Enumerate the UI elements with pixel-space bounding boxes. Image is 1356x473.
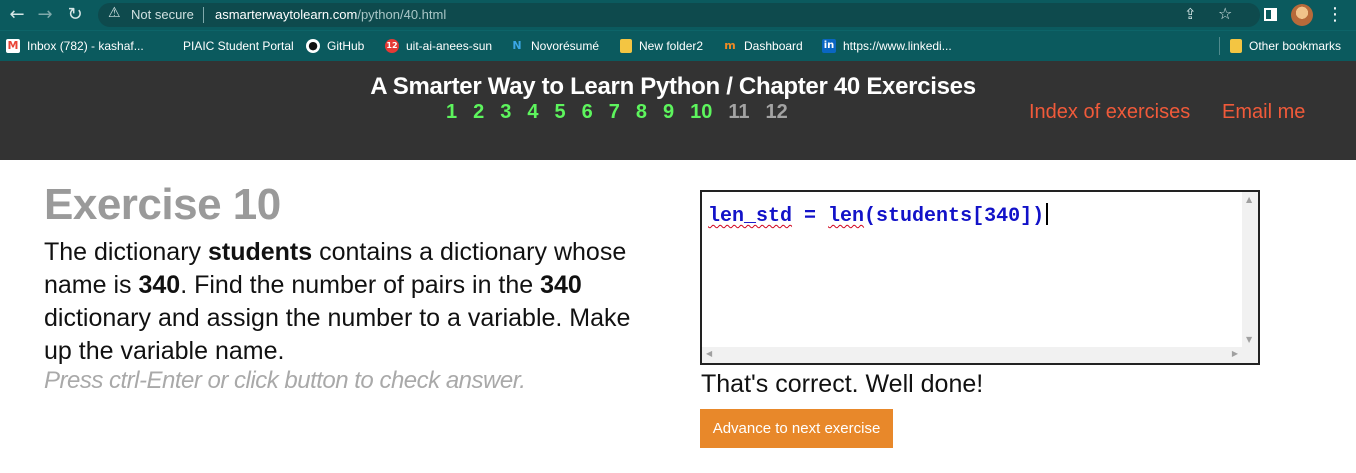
exercise-link-2[interactable]: 2 [473, 101, 484, 124]
exercise-link-10[interactable]: 10 [690, 101, 712, 124]
bookmarks-divider [1219, 37, 1220, 55]
bookmark-label: Inbox (782) - kashaf... [27, 39, 144, 53]
scroll-left-icon[interactable]: ◀ [706, 349, 712, 358]
result-message: That's correct. Well done! [701, 370, 984, 398]
exercise-title: Exercise 10 [44, 180, 281, 229]
url-text[interactable]: asmarterwaytolearn.com/python/40.html [215, 7, 446, 22]
exercise-link-7[interactable]: 7 [609, 101, 620, 124]
instruction-bold: 340 [540, 271, 582, 299]
novoresume-icon: N [512, 39, 522, 52]
scroll-up-icon[interactable]: ▲ [1246, 195, 1252, 204]
gmail-icon: M [6, 39, 20, 53]
bookmark-new-folder2[interactable]: New folder2 [620, 39, 703, 53]
code-editor[interactable]: len_std = len(students[340]) ▲ ▼ ◀ ▶ [700, 190, 1260, 365]
exercise-link-5[interactable]: 5 [555, 101, 566, 124]
advance-next-button[interactable]: Advance to next exercise [700, 409, 893, 448]
dashboard-icon: m [724, 39, 736, 52]
warning-icon[interactable]: ⚠ [108, 5, 121, 21]
code-operator: = [792, 205, 829, 228]
scroll-down-icon[interactable]: ▼ [1246, 335, 1252, 344]
bookmark-label: Other bookmarks [1249, 39, 1342, 53]
linkedin-icon: in [822, 39, 836, 53]
code-variable: len_std [708, 205, 793, 228]
exercise-link-6[interactable]: 6 [582, 101, 593, 124]
page-title: A Smarter Way to Learn Python / Chapter … [370, 73, 976, 100]
menu-kebab-icon[interactable]: ⋮ [1326, 0, 1344, 30]
bookmark-label: uit-ai-anees-sun [406, 39, 493, 53]
exercise-link-1[interactable]: 1 [446, 101, 457, 124]
email-me-link[interactable]: Email me [1222, 101, 1305, 124]
exercise-number-nav: 1 2 3 4 5 6 7 8 9 10 11 12 [446, 101, 804, 124]
exercise-link-8[interactable]: 8 [636, 101, 647, 124]
scroll-right-icon[interactable]: ▶ [1232, 349, 1238, 358]
blank-page-icon [162, 39, 176, 53]
index-of-exercises-link[interactable]: Index of exercises [1029, 101, 1190, 124]
instruction-text: dictionary and assign the number to a va… [44, 304, 631, 365]
bookmark-star-icon[interactable]: ☆ [1218, 4, 1232, 23]
instruction-bold: 340 [138, 271, 181, 299]
url-path: /python/40.html [357, 7, 447, 22]
folder-icon [620, 39, 632, 53]
badge-12-icon: 12 [385, 39, 399, 53]
bookmark-github[interactable]: ● GitHub [306, 39, 364, 53]
exercise-instructions: The dictionary students contains a dicti… [44, 236, 664, 368]
reload-icon[interactable]: ↻ [62, 0, 88, 30]
bookmark-linkedin[interactable]: in https://www.linkedi... [822, 39, 952, 53]
bookmark-label: New folder2 [639, 39, 704, 53]
browser-toolbar: ← → ↻ ⚠ Not secure asmarterwaytolearn.co… [0, 0, 1356, 30]
forward-arrow-icon[interactable]: → [32, 0, 58, 30]
text-caret [1046, 203, 1049, 225]
side-panel-icon[interactable] [1264, 8, 1277, 21]
vertical-scrollbar[interactable]: ▲ ▼ [1242, 192, 1258, 347]
bookmark-label: PIAIC Student Portal [183, 39, 294, 53]
code-arguments: (students[340]) [864, 205, 1045, 228]
code-line[interactable]: len_std = len(students[340]) [708, 203, 1049, 228]
security-label[interactable]: Not secure [131, 7, 194, 22]
bookmark-label: Dashboard [744, 39, 803, 53]
github-icon: ● [306, 39, 320, 53]
bookmark-piaic[interactable]: PIAIC Student Portal [162, 39, 294, 53]
exercise-link-12[interactable]: 12 [766, 101, 788, 124]
exercise-link-4[interactable]: 4 [527, 101, 538, 124]
code-function: len [828, 205, 865, 228]
url-host: asmarterwaytolearn.com [215, 7, 358, 22]
site-header: A Smarter Way to Learn Python / Chapter … [0, 61, 1356, 160]
profile-avatar[interactable] [1291, 4, 1313, 26]
exercise-link-9[interactable]: 9 [663, 101, 674, 124]
bookmark-inbox[interactable]: M Inbox (782) - kashaf... [6, 39, 144, 53]
instruction-text: The dictionary [44, 238, 208, 266]
share-icon[interactable]: ⇪ [1184, 5, 1197, 23]
bookmark-novoresume[interactable]: N Novorésumé [510, 39, 599, 53]
bookmark-label: https://www.linkedi... [843, 39, 952, 53]
exercise-link-11[interactable]: 11 [728, 101, 749, 124]
bookmark-uit[interactable]: 12 uit-ai-anees-sun [385, 39, 492, 53]
address-bar[interactable]: ⚠ Not secure asmarterwaytolearn.com/pyth… [98, 3, 1260, 27]
back-arrow-icon[interactable]: ← [4, 0, 30, 30]
address-divider [203, 7, 204, 23]
bookmarks-bar: M Inbox (782) - kashaf... PIAIC Student … [0, 30, 1356, 61]
instruction-text: . Find the number of pairs in the [180, 271, 541, 299]
bookmark-other[interactable]: Other bookmarks [1230, 39, 1341, 53]
horizontal-scrollbar[interactable]: ◀ ▶ [702, 347, 1258, 363]
bookmark-label: GitHub [327, 39, 365, 53]
exercise-link-3[interactable]: 3 [500, 101, 511, 124]
folder-icon [1230, 39, 1242, 53]
bookmark-dashboard[interactable]: m Dashboard [723, 39, 803, 53]
exercise-hint: Press ctrl-Enter or click button to chec… [44, 367, 526, 394]
instruction-bold: students [207, 238, 313, 266]
bookmark-label: Novorésumé [531, 39, 600, 53]
